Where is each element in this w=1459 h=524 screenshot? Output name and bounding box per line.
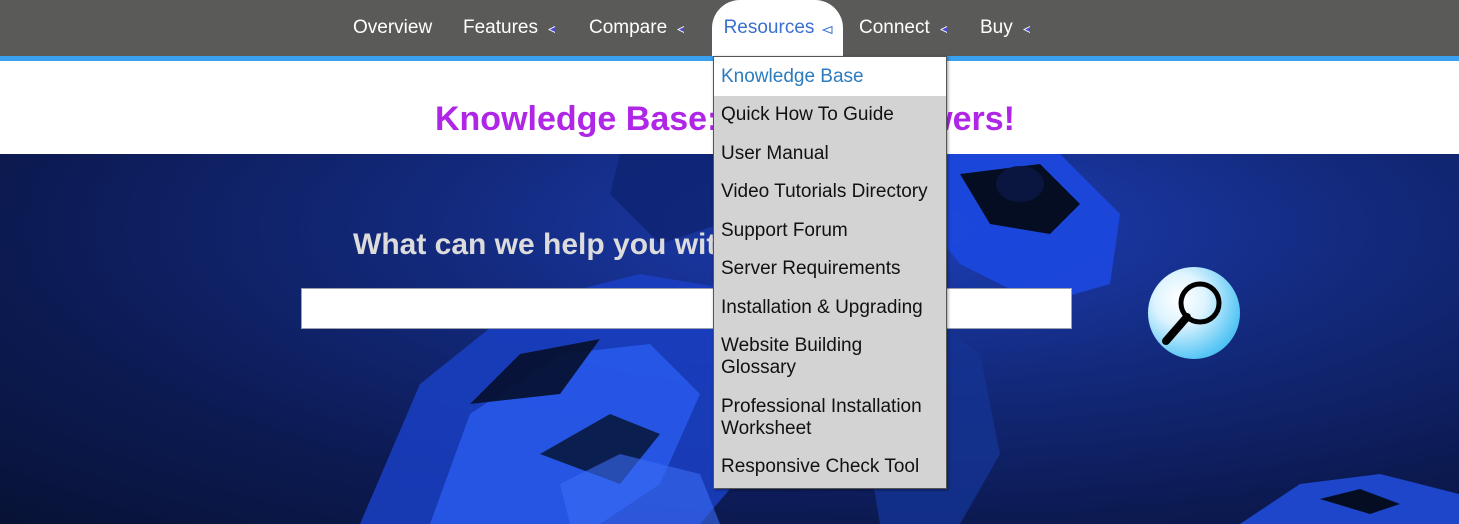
- nav-item-label: Overview: [353, 17, 433, 38]
- nav-item-compare[interactable]: Compare: [589, 0, 685, 56]
- resources-dropdown-menu: Knowledge Base Quick How To Guide User M…: [713, 56, 947, 489]
- search-button[interactable]: [1148, 267, 1240, 359]
- nav-item-label: Buy: [980, 17, 1013, 38]
- dropdown-item-installation-upgrading[interactable]: Installation & Upgrading: [714, 297, 946, 319]
- caret-left-icon: [1021, 25, 1030, 33]
- dropdown-item-responsive-check-tool[interactable]: Responsive Check Tool: [714, 456, 946, 478]
- nav-item-overview[interactable]: Overview: [353, 0, 432, 56]
- caret-left-icon: [675, 25, 685, 33]
- dropdown-item-professional-installation-worksheet[interactable]: Professional Installation Worksheet: [714, 396, 939, 440]
- nav-item-resources[interactable]: Resources: [712, 0, 843, 56]
- dropdown-item-label: Support Forum: [721, 220, 848, 241]
- caret-left-icon: [546, 25, 555, 33]
- dropdown-item-label: Website Building Glossary: [721, 335, 863, 378]
- caret-left-icon: [822, 25, 833, 34]
- search-input[interactable]: [301, 288, 1072, 329]
- dropdown-item-support-forum[interactable]: Support Forum: [714, 220, 946, 242]
- dropdown-item-label: Responsive Check Tool: [721, 456, 920, 477]
- dropdown-item-quick-how-to-guide[interactable]: Quick How To Guide: [714, 104, 946, 126]
- dropdown-item-label: User Manual: [721, 143, 829, 164]
- nav-item-buy[interactable]: Buy: [980, 0, 1030, 56]
- help-heading: What can we help you with?: [353, 228, 754, 261]
- dropdown-item-user-manual[interactable]: User Manual: [714, 143, 946, 165]
- dropdown-item-label: Knowledge Base: [721, 65, 864, 87]
- nav-item-features[interactable]: Features: [463, 0, 555, 56]
- dropdown-item-label: Video Tutorials Directory: [721, 181, 928, 202]
- dropdown-item-label: Quick How To Guide: [721, 104, 894, 125]
- dropdown-item-knowledge-base[interactable]: Knowledge Base: [714, 57, 946, 96]
- nav-item-connect[interactable]: Connect: [859, 0, 947, 56]
- dropdown-item-label: Installation & Upgrading: [721, 297, 923, 318]
- dropdown-item-label: Professional Installation Worksheet: [721, 396, 922, 439]
- nav-item-label: Features: [463, 17, 538, 38]
- top-navbar: Overview Features Compare Resources Conn…: [0, 0, 1459, 56]
- dropdown-item-website-building-glossary[interactable]: Website Building Glossary: [714, 335, 914, 379]
- dropdown-item-server-requirements[interactable]: Server Requirements: [714, 258, 946, 280]
- nav-item-label: Compare: [589, 17, 668, 38]
- nav-item-label: Resources: [723, 17, 815, 38]
- magnifier-icon: [1162, 281, 1222, 345]
- dropdown-item-label: Server Requirements: [721, 258, 901, 279]
- nav-item-label: Connect: [859, 17, 930, 38]
- dropdown-item-video-tutorials-directory[interactable]: Video Tutorials Directory: [714, 181, 946, 203]
- caret-left-icon: [938, 25, 947, 33]
